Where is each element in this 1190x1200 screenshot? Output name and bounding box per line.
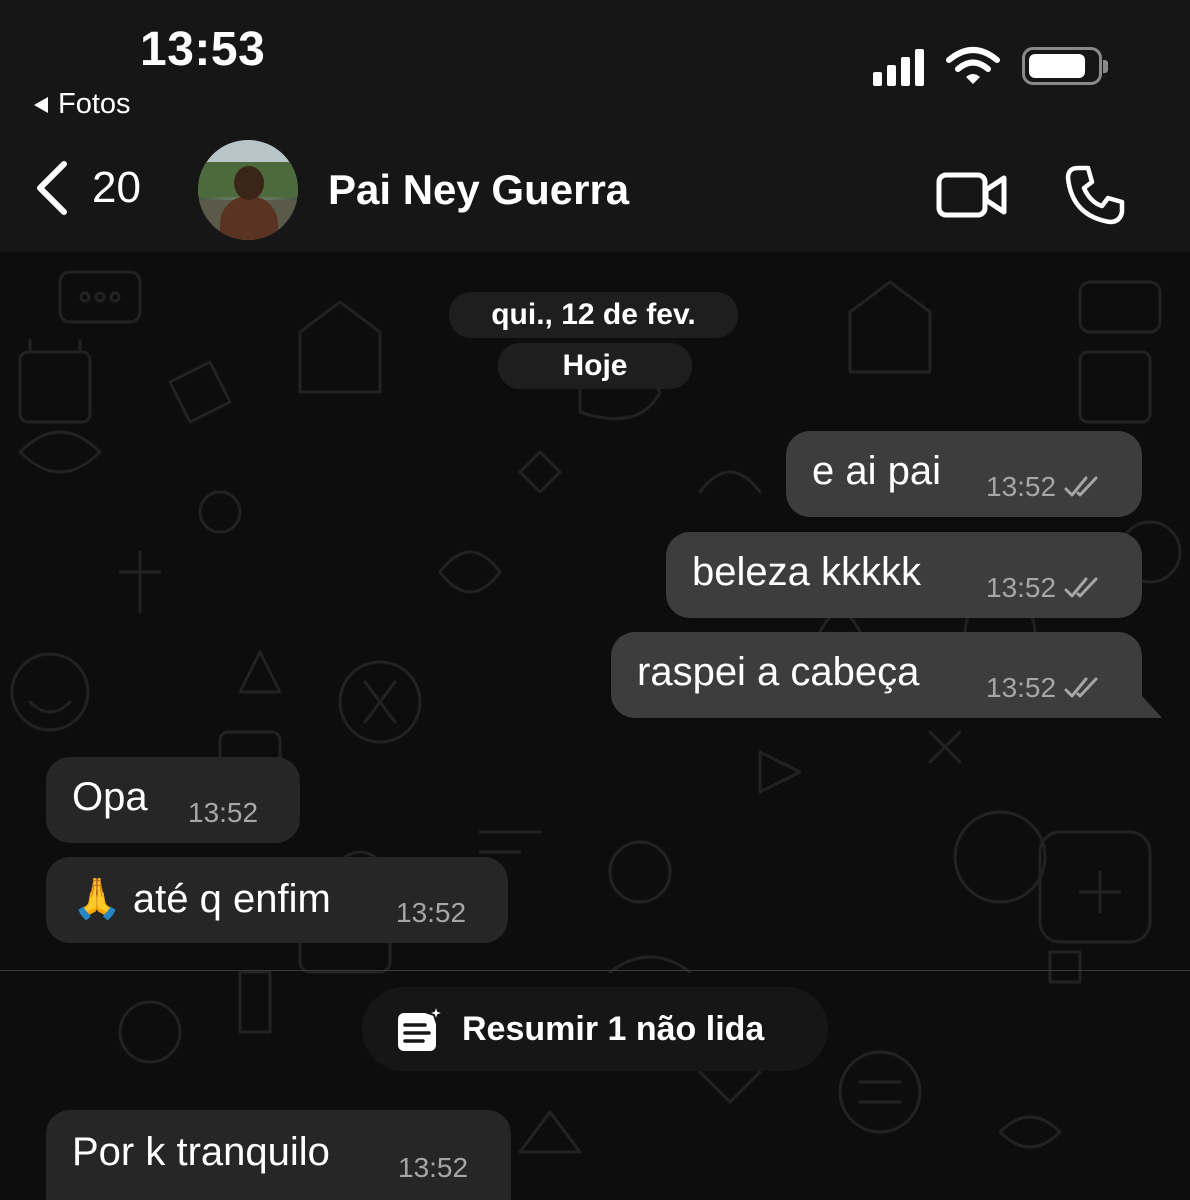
unread-count: 20 [92, 163, 141, 212]
back-to-app-button[interactable]: Fotos [34, 88, 131, 121]
message-time: 13:52 [986, 471, 1057, 502]
message-meta: 13:52 [986, 572, 1104, 604]
message-bubble-incoming[interactable]: Opa 13:52 [46, 757, 300, 843]
message-text: 🙏 até q enfim [72, 877, 331, 921]
summary-sparkle-icon [398, 1005, 444, 1051]
contact-avatar[interactable] [198, 140, 298, 240]
message-time: 13:52 [986, 672, 1057, 703]
today-separator: Hoje [498, 343, 692, 389]
back-triangle-icon [34, 96, 48, 113]
message-time: 13:52 [188, 797, 259, 828]
video-call-icon[interactable] [936, 170, 1008, 220]
message-bubble-outgoing[interactable]: raspei a cabeça 13:52 [611, 632, 1142, 718]
double-check-icon [1064, 476, 1098, 497]
message-time: 13:52 [986, 572, 1057, 603]
message-text: e ai pai [812, 449, 941, 493]
battery-fill [1029, 54, 1085, 78]
summarize-label: Resumir 1 não lida [462, 1009, 765, 1048]
message-text: raspei a cabeça [637, 650, 920, 694]
message-time: 13:52 [398, 1152, 469, 1183]
summarize-unread-button[interactable]: Resumir 1 não lida [362, 987, 828, 1071]
message-meta: 13:52 [396, 897, 466, 929]
message-bubble-incoming[interactable]: 🙏 até q enfim 13:52 [46, 857, 508, 943]
date-separator: qui., 12 de fev. [449, 292, 738, 338]
chat-header: 20 Pai Ney Guerra [0, 130, 1190, 252]
double-check-icon [1064, 577, 1098, 598]
back-button[interactable]: 20 [34, 160, 141, 216]
message-text: Por k tranquilo [72, 1130, 330, 1174]
message-bubble-outgoing[interactable]: e ai pai 13:52 [786, 431, 1142, 517]
battery-icon [1022, 47, 1108, 85]
chevron-left-icon [37, 161, 67, 215]
message-bubble-outgoing[interactable]: beleza kkkkk 13:52 [666, 532, 1142, 618]
double-check-icon [1064, 677, 1098, 698]
unread-divider [0, 970, 1190, 971]
message-meta: 13:52 [986, 471, 1104, 503]
header-actions [936, 164, 1126, 226]
message-meta: 13:52 [986, 672, 1104, 704]
back-app-label: Fotos [58, 88, 131, 120]
message-meta: 13:52 [398, 1152, 468, 1184]
wifi-icon [946, 47, 1000, 84]
message-text: Opa [72, 775, 148, 819]
top-bar: 13:53 Fotos 20 Pai Ney Guerra [0, 0, 1190, 252]
cellular-signal-icon [873, 46, 924, 86]
message-time: 13:52 [396, 897, 467, 928]
status-icons [873, 46, 1108, 86]
contact-name[interactable]: Pai Ney Guerra [328, 166, 629, 214]
phone-call-icon[interactable] [1064, 164, 1126, 226]
status-time: 13:53 [140, 23, 266, 76]
chat-screen: 13:53 Fotos 20 Pai Ney Guerra qui., 12 d… [0, 0, 1190, 1200]
message-meta: 13:52 [188, 797, 258, 829]
message-bubble-incoming[interactable]: Por k tranquilo 13:52 [46, 1110, 511, 1200]
message-text: beleza kkkkk [692, 550, 921, 594]
